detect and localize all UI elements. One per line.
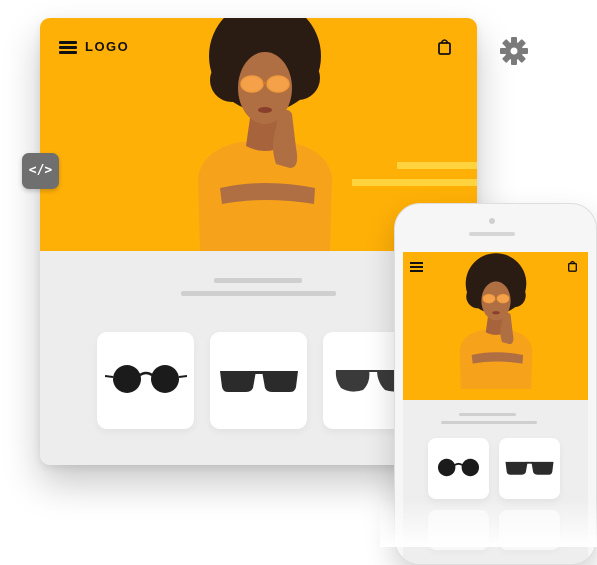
phone-camera [489,218,495,224]
square-sunglasses-icon [505,461,554,475]
logo[interactable]: LOGO [85,39,129,54]
product-card[interactable] [97,332,194,429]
code-editor-button[interactable]: </> [22,153,59,189]
menu-icon[interactable] [59,41,77,54]
fade-overlay [380,500,597,547]
heading-placeholder [459,413,516,416]
menu-icon[interactable] [410,262,423,272]
product-card[interactable] [428,438,489,499]
product-card[interactable] [210,332,307,429]
heading-placeholder [214,278,302,283]
shopping-bag-icon[interactable] [568,260,577,272]
round-sunglasses-icon [105,365,187,393]
subheading-placeholder [441,421,537,424]
gear-icon[interactable] [498,35,530,67]
product-card[interactable] [499,438,560,499]
phone-hero-banner [403,252,588,400]
hero-photo [198,18,332,251]
subheading-placeholder [181,291,336,296]
shopping-bag-icon[interactable] [438,38,451,55]
hero-photo [459,253,533,390]
square-sunglasses-icon [220,371,298,392]
decor-stripe [397,162,477,169]
phone-speaker [469,232,515,236]
round-sunglasses-icon [437,458,480,477]
decor-stripe [352,179,477,186]
